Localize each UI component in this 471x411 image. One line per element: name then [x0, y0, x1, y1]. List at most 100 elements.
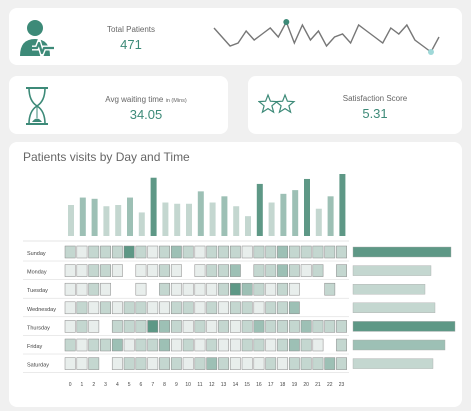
heat-cell [206, 338, 218, 352]
heat-cell [277, 264, 288, 277]
trend-min-point [427, 49, 434, 55]
heat-cell [277, 320, 288, 333]
heat-cell [265, 338, 277, 352]
day-label: Monday [27, 270, 47, 276]
avg-waiting-value: 34.05 [129, 107, 163, 122]
heat-cell [88, 282, 100, 296]
heat-cell [182, 245, 194, 259]
heat-cell [241, 301, 253, 315]
heat-cell [159, 320, 170, 333]
heat-cell [170, 282, 182, 296]
heat-cell [218, 301, 229, 315]
avg-waiting-card: Avg waiting time in (Mins) 34.05 [9, 76, 228, 134]
heat-cell [159, 338, 170, 352]
heat-cell [194, 357, 206, 370]
heat-cell [159, 282, 170, 296]
heat-cell [76, 320, 88, 333]
heat-cell [206, 301, 218, 315]
heat-cell [229, 245, 241, 259]
hour-label: 15 [244, 382, 250, 388]
heat-cell [194, 338, 206, 352]
heat-cell [76, 338, 88, 352]
heat-cell [170, 357, 182, 370]
heat-cell [324, 357, 336, 370]
trend-max-point [283, 19, 290, 25]
heat-cell [218, 320, 229, 333]
total-patients-label: Total Patients [106, 25, 156, 34]
heat-cell [277, 245, 288, 259]
heat-cell [300, 320, 312, 333]
total-patients-value: 471 [120, 37, 142, 52]
hour-label: 4 [116, 382, 119, 388]
heat-cell [265, 264, 277, 277]
heat-cell [88, 264, 100, 277]
day-total-bar [352, 321, 456, 332]
stars-icon [258, 93, 296, 114]
heat-cell [135, 301, 147, 315]
total-patients-card: Total Patients 471 [9, 8, 462, 65]
hour-total-bar [150, 177, 157, 236]
hour-label: 19 [292, 382, 298, 388]
heat-cell [64, 264, 76, 277]
hour-label: 13 [221, 382, 227, 388]
heat-cell [312, 357, 324, 370]
day-total-bar [352, 339, 446, 351]
heat-cell [253, 320, 265, 333]
hour-total-bar [245, 216, 251, 236]
heat-cell [194, 264, 206, 277]
avg-waiting-label-text: Avg waiting time [105, 95, 164, 104]
heat-cell [206, 264, 218, 277]
heat-cell [170, 338, 182, 352]
day-total-bar [352, 358, 434, 369]
hour-label: 7 [151, 382, 154, 388]
heat-cell [76, 357, 88, 370]
day-total-bar [352, 302, 436, 314]
heat-cell [288, 264, 300, 277]
heat-cell [288, 245, 300, 259]
heat-cell [147, 357, 159, 370]
heat-cell [88, 338, 100, 352]
heat-cell [288, 282, 300, 296]
hour-label: 22 [327, 382, 333, 388]
heat-cell [123, 245, 135, 259]
heat-cell [253, 357, 265, 370]
heat-cell [170, 264, 182, 277]
heat-cell [123, 338, 135, 352]
heat-cell [288, 357, 300, 370]
day-total-bar [352, 265, 432, 276]
satisfaction-card: Satisfaction Score 5.31 [248, 76, 462, 134]
heat-cell [147, 338, 159, 352]
heat-cell [76, 245, 88, 259]
hour-total-bar [127, 197, 133, 236]
hour-total-bar [186, 203, 192, 236]
hour-label: 8 [163, 382, 166, 388]
day-total-bar [352, 246, 452, 258]
heat-cell [88, 357, 100, 370]
hour-total-bar [268, 202, 275, 236]
heat-cell [288, 301, 300, 315]
hour-total-bar [233, 206, 240, 236]
heat-cell [277, 338, 288, 352]
heat-cell [312, 338, 324, 352]
heat-cell [241, 320, 253, 333]
day-label: Thursday [27, 325, 50, 331]
heat-cell [100, 301, 111, 315]
heat-cell [100, 264, 111, 277]
heat-cell [135, 320, 147, 333]
heat-cell [194, 245, 206, 259]
heat-cell [64, 320, 76, 333]
hour-label: 2 [92, 382, 95, 388]
hour-label: 5 [128, 382, 131, 388]
heat-cell [170, 320, 182, 333]
heat-cell [253, 282, 265, 296]
trend-line [213, 20, 440, 54]
heat-cell [182, 301, 194, 315]
heat-cell [336, 264, 347, 277]
heat-cell [336, 245, 347, 259]
heat-cell [194, 320, 206, 333]
heat-cell [277, 357, 288, 370]
heat-cell [300, 357, 312, 370]
avg-waiting-label: Avg waiting time in (Mins) [86, 95, 206, 104]
heat-cell [170, 245, 182, 259]
heat-cell [229, 301, 241, 315]
